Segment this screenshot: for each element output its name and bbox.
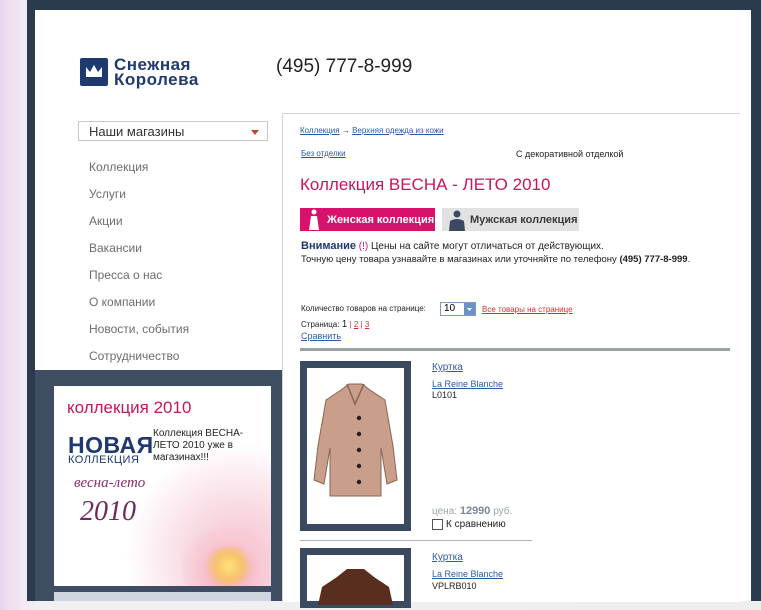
header-phone: (495) 777-8-999 xyxy=(276,56,413,77)
sidebar-item-services[interactable]: Услуги xyxy=(89,187,189,214)
notice-phone: (495) 777-8-999 xyxy=(619,254,688,265)
pages-label: Страница: xyxy=(301,320,340,329)
notice-line-2-prefix: Точную цену товара узнавайте в магазинах… xyxy=(301,254,620,265)
notice-line-1: Цены на сайте могут отличаться от действ… xyxy=(368,241,604,252)
compare-checkbox-row[interactable]: К сравнению xyxy=(432,519,506,530)
per-page-label: Количество товаров на странице: xyxy=(301,304,426,313)
breadcrumb: Коллекция → Верхняя одежда из кожи xyxy=(300,126,444,135)
compare-checkbox[interactable] xyxy=(432,519,443,530)
jacket-image xyxy=(313,383,398,497)
compare-link[interactable]: Сравнить xyxy=(301,331,341,341)
page-separator: | xyxy=(349,320,352,329)
stores-dropdown[interactable]: Наши магазины xyxy=(78,121,268,141)
pagination: Страница: 1 | 2 | 3 xyxy=(301,319,369,330)
sidebar-item-about[interactable]: О компании xyxy=(89,295,189,322)
price-value: 12990 xyxy=(459,505,491,517)
promo-season: весна-лето xyxy=(74,475,146,491)
breadcrumb-collection[interactable]: Коллекция xyxy=(300,126,340,135)
tab-men-label: Мужская коллекция xyxy=(470,214,578,226)
page-current: 1 xyxy=(341,319,348,330)
product-code: VPLRB010 xyxy=(432,581,477,591)
filter-decor-label[interactable]: С декоративной отделкой xyxy=(516,149,623,159)
stores-dropdown-label: Наши магазины xyxy=(89,124,185,139)
flower-center-decoration xyxy=(204,546,254,586)
logo-text: Снежная Королева xyxy=(114,56,199,89)
chevron-down-icon xyxy=(464,303,475,315)
product-image[interactable] xyxy=(300,548,411,608)
tab-women-collection[interactable]: Женская коллекция xyxy=(300,208,435,231)
product-price: цена: 12990 руб. xyxy=(432,505,512,517)
product-code: L0101 xyxy=(432,390,458,400)
sidebar-nav: Коллекция Услуги Акции Вакансии Пресса о… xyxy=(89,160,189,376)
breadcrumb-arrow: → xyxy=(341,126,350,135)
price-currency: руб. xyxy=(493,506,513,517)
jacket-image xyxy=(318,569,393,605)
woman-icon xyxy=(308,209,320,234)
crown-icon xyxy=(80,58,108,86)
sidebar-item-press[interactable]: Пресса о нас xyxy=(89,268,189,295)
sidebar-item-promotions[interactable]: Акции xyxy=(89,214,189,241)
product-brand[interactable]: La Reine Blanche xyxy=(432,379,503,389)
logo-line-2: Королева xyxy=(114,70,199,89)
product-title[interactable]: Куртка xyxy=(432,362,463,373)
product-brand[interactable]: La Reine Blanche xyxy=(432,569,503,579)
price-notice: Внимание (!) Цены на сайте могут отличат… xyxy=(301,240,604,252)
sidebar-item-collection[interactable]: Коллекция xyxy=(89,160,189,187)
promo-text: Коллекция ВЕСНА-ЛЕТО 2010 уже в магазина… xyxy=(153,428,244,463)
all-items-link[interactable]: Все товары на странице xyxy=(482,305,573,314)
promo-title: коллекция 2010 xyxy=(67,398,192,417)
notice-line-2-suffix: . xyxy=(687,254,691,265)
promo-year: 2010 xyxy=(80,496,136,527)
per-page-select[interactable]: 10 xyxy=(440,302,476,316)
divider xyxy=(300,540,532,541)
sidebar-item-vacancies[interactable]: Вакансии xyxy=(89,241,189,268)
price-label: цена: xyxy=(432,506,458,517)
promo-collection-word: КОЛЛЕКЦИЯ xyxy=(68,454,140,466)
product-title[interactable]: Куртка xyxy=(432,552,463,563)
chevron-down-icon xyxy=(251,130,259,135)
tab-women-label: Женская коллекция xyxy=(327,214,435,226)
price-notice-line-2: Точную цену товара узнавайте в магазинах… xyxy=(301,254,690,265)
page-link-3[interactable]: 3 xyxy=(365,320,369,329)
filter-plain-link[interactable]: Без отделки xyxy=(301,149,346,158)
page-separator: | xyxy=(360,320,363,329)
promo-bottom-strip xyxy=(54,592,271,601)
page-title: Коллекция ВЕСНА - ЛЕТО 2010 xyxy=(300,175,551,194)
man-icon xyxy=(448,210,466,234)
product-image[interactable] xyxy=(300,361,411,531)
notice-title: Внимание xyxy=(301,240,356,252)
promo-banner[interactable]: коллекция 2010 НОВАЯ КОЛЛЕКЦИЯ Коллекция… xyxy=(54,386,271,586)
tab-men-collection[interactable]: Мужская коллекция xyxy=(442,208,579,231)
sidebar-item-news[interactable]: Новости, события xyxy=(89,322,189,349)
logo[interactable]: Снежная Королева xyxy=(80,56,199,89)
divider xyxy=(300,348,730,351)
notice-mark: (!) xyxy=(358,241,369,252)
page-link-2[interactable]: 2 xyxy=(354,320,358,329)
per-page-value: 10 xyxy=(444,303,456,314)
compare-checkbox-label: К сравнению xyxy=(446,519,506,530)
breadcrumb-leather-outerwear[interactable]: Верхняя одежда из кожи xyxy=(352,126,444,135)
